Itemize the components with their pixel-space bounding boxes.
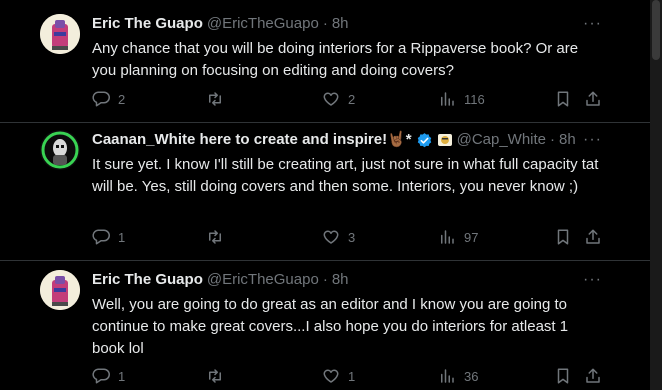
views-icon — [441, 369, 454, 383]
like-icon — [323, 369, 339, 383]
display-name[interactable]: Caanan_White here to create and inspire! — [92, 130, 387, 150]
share-button[interactable] — [584, 366, 602, 386]
handle[interactable]: @EricTheGuapo — [207, 270, 319, 290]
more-options-button[interactable]: ··· — [583, 14, 602, 34]
retweet-icon — [209, 369, 221, 383]
tweet-header: Eric The Guapo @EricTheGuapo · 8h — [92, 270, 602, 290]
views-count: 36 — [464, 368, 479, 384]
views-button[interactable]: 97 — [438, 227, 478, 247]
scrollbar[interactable] — [650, 0, 662, 390]
bookmark-icon — [557, 368, 569, 384]
display-name[interactable]: Eric The Guapo — [92, 270, 203, 290]
retweet-button[interactable] — [206, 89, 232, 109]
reply-button[interactable]: 2 — [92, 89, 125, 109]
share-icon — [586, 91, 600, 106]
share-icon — [586, 229, 600, 244]
tweet-text: It sure yet. I know I'll still be creati… — [92, 156, 599, 195]
bookmark-button[interactable] — [554, 366, 572, 386]
separator-dot: · — [322, 271, 328, 288]
timestamp[interactable]: 8h — [332, 14, 349, 34]
affiliate-badge-icon[interactable] — [437, 132, 453, 148]
more-options-button[interactable]: ··· — [583, 270, 602, 290]
bookmark-button[interactable] — [554, 89, 572, 109]
reply-count: 1 — [118, 368, 126, 384]
reply-icon — [92, 229, 110, 245]
reply-button[interactable]: 1 — [92, 366, 125, 386]
scrollbar-thumb[interactable] — [652, 0, 660, 60]
bookmark-icon — [557, 229, 569, 245]
avatar[interactable] — [40, 130, 80, 170]
reply-icon — [92, 91, 110, 107]
retweet-icon — [209, 230, 221, 244]
avatar[interactable] — [40, 14, 80, 54]
tweet-header: Eric The Guapo @EricTheGuapo · 8h — [92, 14, 602, 34]
tweet-2[interactable]: Caanan_White here to create and inspire!… — [0, 122, 650, 261]
verified-badge-icon[interactable] — [416, 132, 433, 149]
avatar[interactable] — [40, 270, 80, 310]
tweet-1[interactable]: Eric The Guapo @EricTheGuapo · 8h Any ch… — [0, 0, 650, 123]
separator-dot: · — [550, 131, 556, 148]
like-count: 2 — [348, 91, 356, 107]
tweet-header: Caanan_White here to create and inspire!… — [92, 130, 602, 150]
more-options-button[interactable]: ··· — [583, 130, 602, 150]
like-icon — [323, 230, 339, 244]
retweet-button[interactable] — [206, 227, 232, 247]
like-count: 1 — [348, 368, 356, 384]
reply-icon — [92, 368, 110, 384]
display-name[interactable]: Eric The Guapo — [92, 14, 203, 34]
separator-dot: · — [322, 15, 328, 32]
tweet-text: Any chance that you will be doing interi… — [92, 40, 579, 79]
retweet-icon — [209, 92, 221, 106]
views-icon — [441, 230, 454, 244]
tweet-actions: 1 1 36 — [92, 366, 612, 386]
handle[interactable]: @EricTheGuapo — [207, 14, 319, 34]
share-button[interactable] — [584, 227, 602, 247]
like-button[interactable]: 3 — [322, 227, 355, 247]
tweet-3[interactable]: Eric The Guapo @EricTheGuapo · 8h Well, … — [0, 260, 650, 390]
views-button[interactable]: 36 — [438, 366, 478, 386]
tweet-text: Well, you are going to do great as an ed… — [92, 296, 569, 357]
share-button[interactable] — [584, 89, 602, 109]
tweet-actions: 2 2 116 — [92, 89, 612, 109]
views-icon — [441, 92, 454, 106]
timestamp[interactable]: 8h — [332, 270, 349, 290]
timestamp[interactable]: 8h — [559, 130, 576, 150]
like-icon — [323, 92, 339, 106]
bookmark-icon — [557, 91, 569, 107]
handle[interactable]: @Cap_White — [457, 130, 546, 150]
name-emoji: 🤘🏾* — [387, 131, 412, 148]
like-button[interactable]: 2 — [322, 89, 355, 109]
reply-button[interactable]: 1 — [92, 227, 125, 247]
tweet-actions: 1 3 97 — [92, 227, 612, 247]
reply-count: 1 — [118, 229, 126, 245]
like-button[interactable]: 1 — [322, 366, 355, 386]
views-count: 116 — [464, 91, 485, 107]
retweet-button[interactable] — [206, 366, 232, 386]
share-icon — [586, 368, 600, 383]
views-button[interactable]: 116 — [438, 89, 485, 109]
views-count: 97 — [464, 229, 479, 245]
reply-count: 2 — [118, 91, 126, 107]
like-count: 3 — [348, 229, 356, 245]
bookmark-button[interactable] — [554, 227, 572, 247]
